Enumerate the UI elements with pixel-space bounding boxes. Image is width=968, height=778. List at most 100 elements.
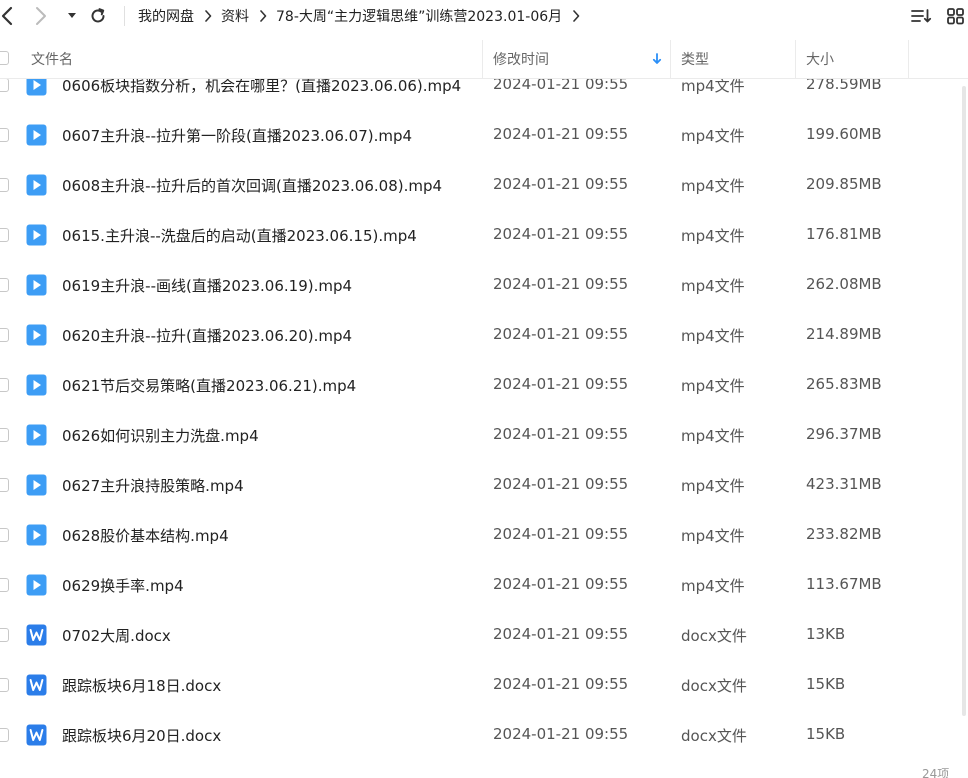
file-row[interactable]: 0608主升浪--拉升后的首次回调(直播2023.06.08).mp4 2024-… (0, 160, 968, 210)
video-file-icon (26, 374, 47, 396)
word-doc-icon (26, 624, 47, 646)
file-row[interactable]: 0615.主升浪--洗盘后的启动(直播2023.06.15).mp4 2024-0… (0, 210, 968, 260)
file-modified-time: 2024-01-21 09:55 (493, 425, 629, 443)
breadcrumb-item-my-drive[interactable]: 我的网盘 (138, 6, 194, 26)
grid-view-button[interactable] (946, 0, 966, 32)
row-checkbox[interactable] (0, 578, 9, 592)
toolbar-divider (124, 6, 125, 26)
video-file-icon (26, 174, 47, 196)
row-checkbox[interactable] (0, 428, 9, 442)
file-modified-time: 2024-01-21 09:55 (493, 625, 629, 643)
file-row[interactable]: 0607主升浪--拉升第一阶段(直播2023.06.07).mp4 2024-01… (0, 110, 968, 160)
file-size: 15KB (806, 725, 846, 743)
file-name: 0629换手率.mp4 (62, 577, 184, 595)
breadcrumb-item-materials[interactable]: 资料 (221, 6, 249, 26)
file-type: docx文件 (681, 727, 747, 745)
scrollbar-thumb[interactable] (962, 86, 966, 716)
file-size: 214.89MB (806, 325, 882, 343)
select-all-checkbox[interactable] (0, 51, 9, 65)
file-size: 262.08MB (806, 275, 882, 293)
row-checkbox[interactable] (0, 678, 9, 692)
file-size: 113.67MB (806, 575, 882, 593)
row-checkbox[interactable] (0, 228, 9, 242)
row-checkbox[interactable] (0, 178, 9, 192)
column-header: 文件名 修改时间 类型 大小 (0, 40, 968, 79)
file-modified-time: 2024-01-21 09:55 (493, 525, 629, 543)
file-manager-window: 我的网盘 资料 78-大周“主力逻辑思维”训练营2023.01-06月 0606… (0, 0, 968, 778)
column-header-type[interactable]: 类型 (671, 40, 796, 78)
file-row[interactable]: 0619主升浪--画线(直播2023.06.19).mp4 2024-01-21 … (0, 260, 968, 310)
file-modified-time: 2024-01-21 09:55 (493, 575, 629, 593)
breadcrumb-separator-icon (259, 10, 267, 22)
sort-menu-button[interactable] (910, 0, 932, 32)
column-header-date[interactable]: 修改时间 (483, 40, 671, 78)
back-button[interactable] (0, 0, 18, 32)
history-dropdown-button[interactable] (63, 0, 81, 32)
file-type: mp4文件 (681, 427, 745, 445)
video-file-icon (26, 524, 47, 546)
file-size: 209.85MB (806, 175, 882, 193)
row-checkbox[interactable] (0, 728, 9, 742)
row-checkbox[interactable] (0, 328, 9, 342)
file-type: mp4文件 (681, 177, 745, 195)
file-name: 0626如何识别主力洗盘.mp4 (62, 427, 259, 445)
column-header-name[interactable]: 文件名 (21, 40, 483, 78)
row-checkbox[interactable] (0, 128, 9, 142)
word-doc-icon (26, 724, 47, 746)
row-checkbox[interactable] (0, 478, 9, 492)
breadcrumb-expand-icon[interactable] (572, 10, 580, 22)
row-checkbox[interactable] (0, 528, 9, 542)
file-size: 13KB (806, 625, 846, 643)
file-row[interactable]: 0626如何识别主力洗盘.mp4 2024-01-21 09:55 mp4文件 296… (0, 410, 968, 460)
navigation-bar: 我的网盘 资料 78-大周“主力逻辑思维”训练营2023.01-06月 (0, 0, 968, 36)
file-name: 0627主升浪持股策略.mp4 (62, 477, 244, 495)
column-header-size[interactable]: 大小 (796, 40, 909, 78)
file-size: 265.83MB (806, 375, 882, 393)
file-name: 0615.主升浪--洗盘后的启动(直播2023.06.15).mp4 (62, 227, 417, 245)
vertical-scrollbar[interactable] (962, 86, 966, 716)
file-modified-time: 2024-01-21 09:55 (493, 725, 629, 743)
file-modified-time: 2024-01-21 09:55 (493, 125, 629, 143)
breadcrumb-separator-icon (204, 10, 212, 22)
file-type: mp4文件 (681, 577, 745, 595)
row-checkbox[interactable] (0, 378, 9, 392)
video-file-icon (26, 324, 47, 346)
file-modified-time: 2024-01-21 09:55 (493, 375, 629, 393)
row-checkbox[interactable] (0, 628, 9, 642)
file-name: 跟踪板块6月20日.docx (62, 727, 222, 745)
file-row[interactable]: 0621节后交易策略(直播2023.06.21).mp4 2024-01-21 0… (0, 360, 968, 410)
grid-view-icon (947, 8, 964, 25)
file-type: mp4文件 (681, 527, 745, 545)
breadcrumb: 我的网盘 资料 78-大周“主力逻辑思维”训练营2023.01-06月 (138, 0, 589, 32)
file-modified-time: 2024-01-21 09:55 (493, 275, 629, 293)
file-name: 0621节后交易策略(直播2023.06.21).mp4 (62, 377, 357, 395)
row-checkbox[interactable] (0, 78, 9, 92)
status-bar: 24项 (0, 768, 968, 778)
file-modified-time: 2024-01-21 09:55 (493, 475, 629, 493)
file-row[interactable]: 0629换手率.mp4 2024-01-21 09:55 mp4文件 113.67MB (0, 560, 968, 610)
file-row[interactable]: 跟踪板块6月20日.docx 2024-01-21 09:55 docx文件 15KB (0, 710, 968, 760)
file-row[interactable]: 0620主升浪--拉升(直播2023.06.20).mp4 2024-01-21 … (0, 310, 968, 360)
file-size: 176.81MB (806, 225, 882, 243)
row-checkbox[interactable] (0, 278, 9, 292)
file-list-viewport[interactable]: 0606板块指数分析，机会在哪里？(直播2023.06.06).mp4 2024-… (0, 60, 968, 768)
video-file-icon (26, 224, 47, 246)
column-header-name-label: 文件名 (31, 52, 73, 68)
word-doc-icon (26, 674, 47, 696)
forward-button[interactable] (30, 0, 52, 32)
file-list: 0606板块指数分析，机会在哪里？(直播2023.06.06).mp4 2024-… (0, 60, 968, 768)
file-row[interactable]: 跟踪板块6月18日.docx 2024-01-21 09:55 docx文件 15KB (0, 660, 968, 710)
chevron-right-icon (36, 7, 46, 25)
file-row[interactable]: 0702大周.docx 2024-01-21 09:55 docx文件 13KB (0, 610, 968, 660)
caret-down-icon (68, 13, 76, 18)
video-file-icon (26, 574, 47, 596)
file-type: mp4文件 (681, 277, 745, 295)
chevron-left-icon (1, 6, 13, 26)
file-modified-time: 2024-01-21 09:55 (493, 225, 629, 243)
file-row[interactable]: 0628股价基本结构.mp4 2024-01-21 09:55 mp4文件 233.8… (0, 510, 968, 560)
refresh-button[interactable] (86, 0, 110, 32)
file-row[interactable]: 0627主升浪持股策略.mp4 2024-01-21 09:55 mp4文件 423.… (0, 460, 968, 510)
refresh-icon (91, 8, 105, 23)
column-header-type-label: 类型 (681, 52, 709, 68)
breadcrumb-item-current-folder[interactable]: 78-大周“主力逻辑思维”训练营2023.01-06月 (276, 6, 562, 26)
